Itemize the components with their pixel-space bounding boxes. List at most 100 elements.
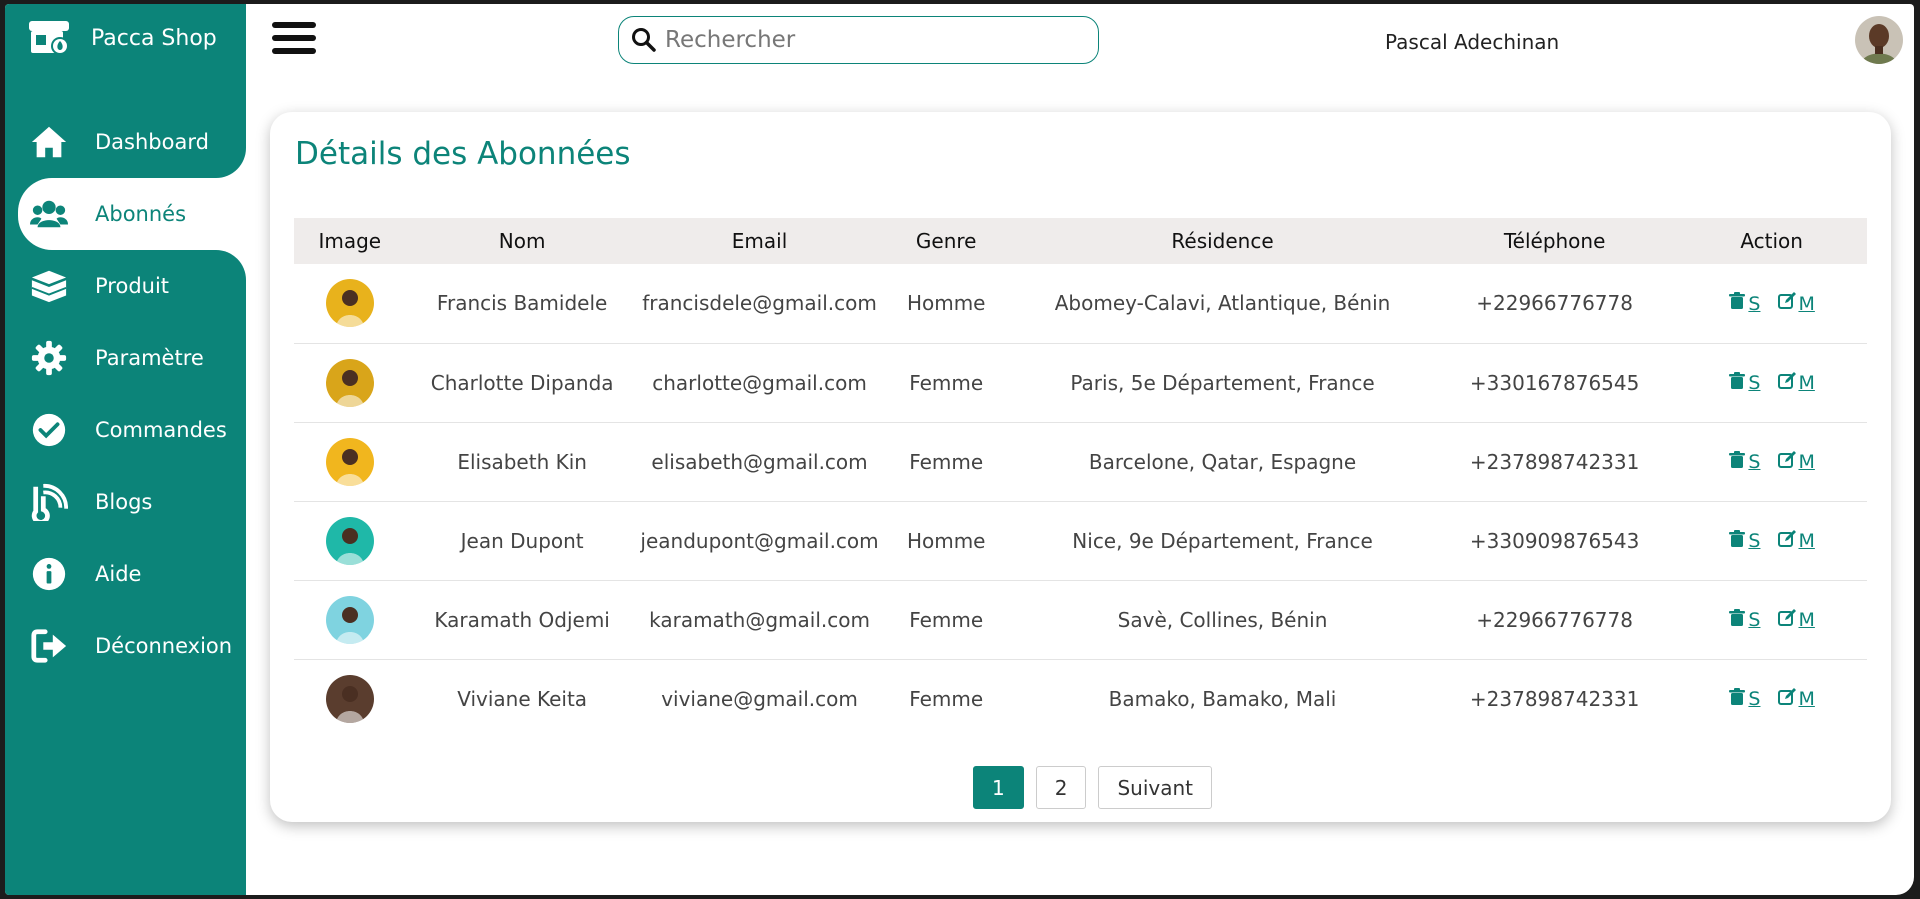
- cell-email: francisdele@gmail.com: [642, 291, 877, 316]
- edit-label: M: [1798, 451, 1815, 473]
- cell-name: Jean Dupont: [460, 528, 584, 553]
- page-button-1[interactable]: 1: [972, 766, 1024, 809]
- delete-button[interactable]: S: [1728, 608, 1760, 632]
- sidebar-item-parametre[interactable]: Paramètre: [5, 322, 246, 394]
- trash-icon: [1728, 608, 1746, 632]
- hamburger-bar: [272, 22, 316, 28]
- info-icon: [29, 554, 69, 594]
- column-header: Action: [1740, 229, 1803, 253]
- sidebar-item-label: Déconnexion: [95, 634, 233, 658]
- edit-label: M: [1798, 530, 1815, 552]
- cell-email: jeandupont@gmail.com: [640, 528, 879, 553]
- cell-image: [294, 343, 406, 422]
- brand[interactable]: Pacca Shop: [27, 18, 217, 58]
- trash-icon: [1728, 371, 1746, 395]
- edit-icon: [1778, 529, 1797, 553]
- cell-actions: SM: [1676, 501, 1867, 580]
- delete-label: S: [1748, 372, 1761, 394]
- sidebar-item-label: Dashboard: [95, 130, 209, 154]
- sidebar-item-aide[interactable]: Aide: [5, 538, 246, 610]
- table-header-row: Image Nom Email Genre Résidence Téléphon…: [294, 218, 1867, 264]
- blog-icon: [29, 482, 69, 522]
- delete-label: S: [1748, 292, 1761, 315]
- delete-label: S: [1748, 688, 1761, 711]
- sidebar-item-dashboard[interactable]: Dashboard: [5, 106, 246, 178]
- cell-phone: +330167876545: [1469, 370, 1640, 395]
- cell-residence: Barcelone, Qatar, Espagne: [1088, 449, 1357, 474]
- avatar: [325, 437, 374, 486]
- cell-name: Francis Bamidele: [436, 291, 608, 316]
- cell-actions: SM: [1676, 343, 1867, 422]
- cell-image: [294, 580, 406, 659]
- cell-phone: +22966776778: [1476, 291, 1633, 316]
- sidebar-item-deconnexion[interactable]: Déconnexion: [5, 610, 246, 682]
- app-window: Pacca Shop Dashboard Abonnés Produit Par…: [5, 4, 1914, 895]
- cell-actions: SM: [1676, 422, 1867, 501]
- sidebar-item-commandes[interactable]: Commandes: [5, 394, 246, 466]
- sidebar-item-label: Produit: [95, 274, 170, 298]
- table-row: Viviane Keita viviane@gmail.com Femme Bamak…: [294, 659, 1867, 738]
- sidebar-item-label: Commandes: [95, 418, 227, 442]
- hamburger-bar: [272, 35, 316, 41]
- column-header: Téléphone: [1503, 229, 1606, 253]
- table-row: Jean Dupont jeandupont@gmail.com Homme Nice…: [294, 501, 1867, 580]
- cell-actions: SM: [1676, 580, 1867, 659]
- edit-button[interactable]: M: [1778, 529, 1815, 553]
- cell-genre: Femme: [909, 686, 984, 711]
- edit-button[interactable]: M: [1778, 608, 1815, 632]
- cell-residence: Abomey-Calavi, Atlantique, Bénin: [1054, 291, 1391, 316]
- search-input[interactable]: [665, 27, 1085, 53]
- user-name: Pascal Adechinan: [1385, 30, 1560, 54]
- check-circle-icon: [29, 410, 69, 450]
- edit-label: M: [1798, 372, 1815, 394]
- trash-icon: [1728, 529, 1746, 553]
- delete-label: S: [1748, 451, 1761, 473]
- edit-label: M: [1798, 688, 1815, 711]
- cell-genre: Homme: [906, 528, 986, 553]
- gear-icon: [29, 338, 69, 378]
- cell-image: [294, 501, 406, 580]
- edit-button[interactable]: M: [1778, 687, 1815, 711]
- sidebar-item-produit[interactable]: Produit: [5, 250, 246, 322]
- sidebar-item-abonnes[interactable]: Abonnés: [18, 148, 246, 280]
- search-icon: [632, 28, 656, 52]
- cell-genre: Femme: [909, 449, 984, 474]
- cell-residence: Savè, Collines, Bénin: [1117, 607, 1328, 632]
- edit-button[interactable]: M: [1778, 450, 1815, 474]
- delete-button[interactable]: S: [1728, 450, 1761, 474]
- cell-name: Charlotte Dipanda: [430, 370, 614, 395]
- edit-button[interactable]: M: [1778, 371, 1815, 395]
- cell-actions: SM: [1676, 659, 1867, 738]
- table-row: Francis Bamidele francisdele@gmail.com Hom…: [294, 264, 1867, 343]
- delete-button[interactable]: S: [1728, 687, 1761, 711]
- page-title: Détails des Abonnées: [295, 136, 631, 172]
- avatar[interactable]: [1855, 16, 1903, 64]
- delete-button[interactable]: S: [1728, 529, 1760, 553]
- edit-icon: [1778, 371, 1797, 395]
- sidebar-item-label: Blogs: [95, 490, 153, 514]
- hamburger-bar: [272, 48, 316, 54]
- edit-icon: [1778, 450, 1797, 474]
- cell-image: [294, 659, 406, 738]
- menu-toggle-button[interactable]: [272, 22, 316, 60]
- subscribers-table: Image Nom Email Genre Résidence Téléphon…: [294, 218, 1867, 738]
- trash-icon: [1728, 687, 1746, 711]
- sidebar-item-label: Abonnés: [95, 202, 187, 226]
- edit-label: M: [1798, 292, 1815, 315]
- edit-button[interactable]: M: [1778, 292, 1815, 315]
- delete-button[interactable]: S: [1728, 292, 1760, 315]
- cell-residence: Paris, 5e Département, France: [1070, 370, 1375, 395]
- page-button-2[interactable]: 2: [1035, 766, 1087, 809]
- column-header: Résidence: [1171, 229, 1274, 253]
- cell-phone: +330909876543: [1469, 528, 1640, 553]
- table-row: Karamath Odjemi karamath@gmail.com Femme Sa…: [294, 580, 1867, 659]
- avatar: [325, 595, 374, 644]
- cell-phone: +237898742331: [1469, 686, 1640, 711]
- column-header: Email: [731, 229, 788, 253]
- cell-image: [294, 264, 406, 343]
- sidebar-item-blogs[interactable]: Blogs: [5, 466, 246, 538]
- next-page-button[interactable]: Suivant: [1098, 766, 1212, 809]
- cell-email: viviane@gmail.com: [661, 686, 858, 711]
- search-box: [618, 16, 1099, 64]
- delete-button[interactable]: S: [1728, 371, 1761, 395]
